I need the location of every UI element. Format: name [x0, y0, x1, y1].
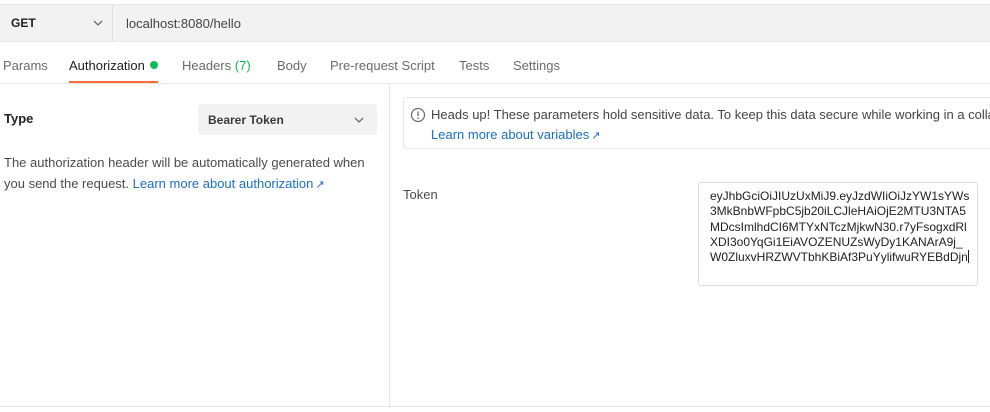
- auth-type-select[interactable]: Bearer Token: [198, 104, 377, 135]
- tab-pre-request-script[interactable]: Pre-request Script: [330, 58, 435, 84]
- token-input[interactable]: eyJhbGciOiJIUzUxMiJ9.eyJzdWIiOiJzYW1sYWs…: [698, 182, 978, 286]
- tab-settings[interactable]: Settings: [513, 58, 560, 84]
- link-label: Learn more about variables: [431, 127, 590, 142]
- tab-headers[interactable]: Headers (7): [182, 58, 251, 84]
- panel-divider: [389, 84, 390, 406]
- request-tabs: Params Authorization Headers (7) Body Pr…: [0, 58, 990, 84]
- learn-more-variables-link[interactable]: Learn more about variables ↗: [431, 127, 600, 142]
- headers-count-badge: (7): [234, 58, 251, 73]
- tab-label: Settings: [513, 58, 560, 73]
- learn-more-authorization-link[interactable]: Learn more about authorization ↗: [133, 176, 325, 191]
- token-text: eyJhbGciOiJIUzUxMiJ9.eyJzdWIiOiJzYW1sYWs…: [710, 189, 970, 265]
- url-input[interactable]: localhost:8080/hello: [126, 16, 241, 31]
- text-caret: [967, 250, 969, 264]
- info-icon: [410, 107, 426, 123]
- tab-authorization[interactable]: Authorization: [69, 58, 158, 84]
- tab-tests[interactable]: Tests: [459, 58, 489, 84]
- token-value: eyJhbGciOiJIUzUxMiJ9.eyJzdWIiOiJzYW1sYWs…: [710, 189, 972, 265]
- sensitive-data-notice: Heads up! These parameters hold sensitiv…: [403, 97, 990, 149]
- chevron-down-icon: [354, 117, 364, 123]
- tab-label: Pre-request Script: [330, 58, 435, 73]
- bottom-divider: [0, 406, 990, 407]
- auth-type-panel: Type Bearer Token The authorization head…: [0, 84, 389, 412]
- chevron-down-icon: [93, 20, 103, 26]
- arrow-up-right-icon: ↗: [315, 179, 325, 191]
- method-label: GET: [11, 16, 36, 30]
- url-divider: [112, 5, 113, 41]
- url-bar: GET localhost:8080/hello: [0, 4, 990, 42]
- auth-type-value: Bearer Token: [208, 113, 284, 127]
- tab-label: Tests: [459, 58, 490, 73]
- tab-label: Headers: [182, 58, 232, 73]
- active-dot-icon: [149, 61, 158, 69]
- token-label: Token: [403, 187, 438, 202]
- method-select[interactable]: GET: [0, 5, 112, 41]
- tab-label: Params: [3, 58, 48, 73]
- auth-description: The authorization header will be automat…: [4, 152, 374, 196]
- tab-label: Authorization: [69, 58, 145, 73]
- link-label: Learn more about authorization: [132, 176, 314, 191]
- notice-text: Heads up! These parameters hold sensitiv…: [431, 107, 990, 122]
- type-label: Type: [4, 111, 34, 126]
- description-line-2: you send the request.: [4, 176, 133, 191]
- tab-label: Body: [277, 58, 307, 73]
- arrow-up-right-icon: ↗: [591, 130, 601, 142]
- tab-body[interactable]: Body: [277, 58, 307, 84]
- description-line-1: The authorization header will be automat…: [4, 155, 365, 170]
- tab-params[interactable]: Params: [3, 58, 48, 84]
